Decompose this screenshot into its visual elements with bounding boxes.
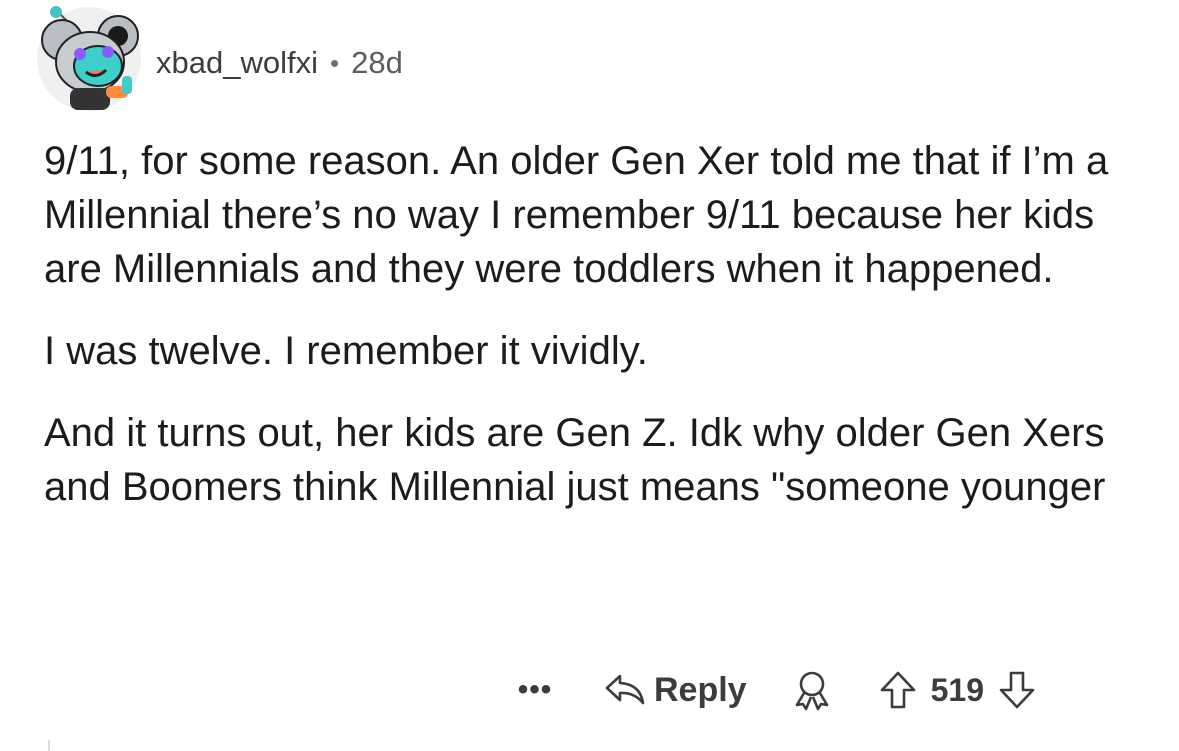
reply-arrow-icon [604, 672, 646, 708]
comment-actions: ••• Reply 519 [510, 660, 1036, 720]
award-button[interactable] [791, 669, 833, 711]
comment-header: xbad_wolfxi • 28d [36, 4, 403, 114]
more-options-button[interactable]: ••• [510, 675, 560, 705]
downvote-arrow-icon[interactable] [998, 670, 1036, 710]
comment-age: 28d [351, 45, 403, 80]
comment-paragraph: And it turns out, her kids are Gen Z. Id… [44, 411, 1106, 509]
vote-controls: 519 [879, 670, 1036, 710]
separator-dot: • [329, 47, 340, 78]
vote-score: 519 [930, 671, 984, 708]
koala-avatar-icon [37, 6, 141, 111]
avatar[interactable] [36, 6, 142, 112]
reply-label: Reply [654, 670, 747, 709]
divider-mark [48, 740, 50, 751]
comment-body: 9/11, for some reason. An older Gen Xer … [44, 134, 1144, 542]
reply-button[interactable]: Reply [604, 671, 747, 710]
comment-meta: xbad_wolfxi • 28d [156, 45, 403, 81]
award-icon [791, 669, 833, 711]
comment-paragraph: 9/11, for some reason. An older Gen Xer … [44, 139, 1109, 291]
comment: xbad_wolfxi • 28d 9/11, for some reason.… [0, 0, 1179, 751]
upvote-arrow-icon[interactable] [879, 670, 917, 710]
comment-paragraph: I was twelve. I remember it vividly. [44, 329, 648, 373]
username[interactable]: xbad_wolfxi [156, 45, 318, 81]
